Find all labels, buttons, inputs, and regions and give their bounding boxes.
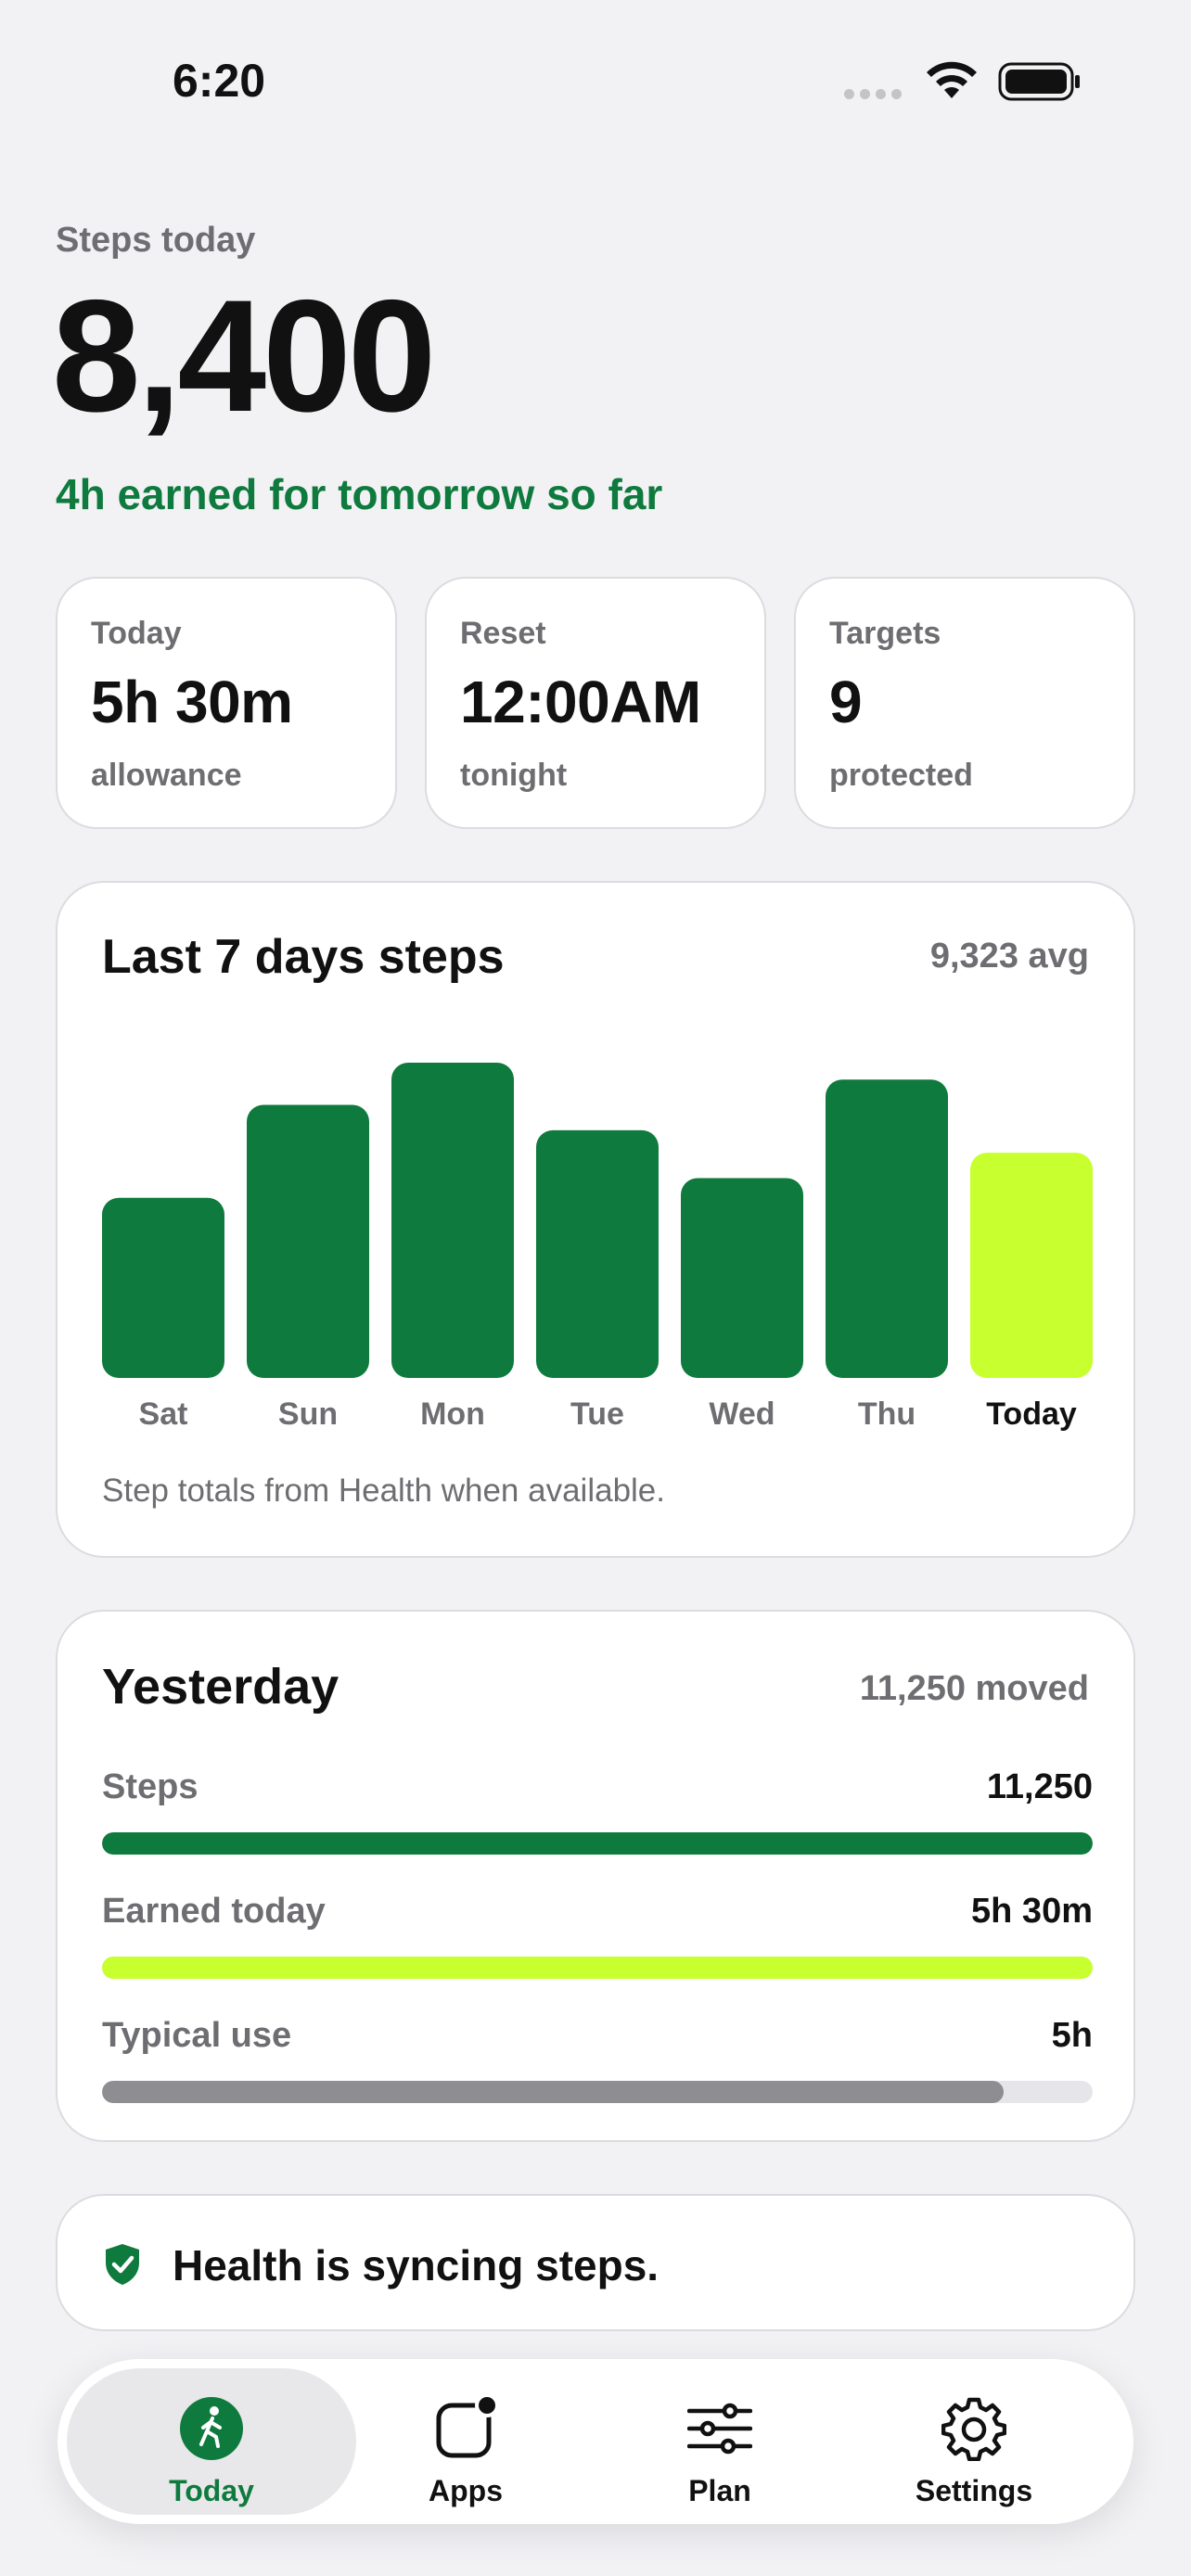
tab-label: Apps — [429, 2474, 503, 2507]
yesterday-title: Yesterday — [102, 1659, 339, 1715]
x-tick-label: Sun — [278, 1396, 338, 1432]
progress-fill — [102, 2081, 1004, 2103]
tab-label: Today — [169, 2474, 254, 2507]
tab-apps[interactable]: Apps — [321, 2368, 610, 2515]
bar-thu — [826, 1079, 948, 1378]
stat-label: Reset — [460, 616, 546, 651]
apps-square-icon — [436, 2396, 498, 2458]
x-tick-label: Sat — [139, 1396, 188, 1432]
protected-targets-card[interactable]: Targets 9 protected — [794, 577, 1135, 829]
stat-label: Today — [91, 616, 182, 651]
metric-label: Typical use — [102, 2016, 292, 2055]
stat-label: Targets — [829, 616, 941, 651]
steps-today-label: Steps today — [56, 221, 256, 260]
gear-icon — [941, 2397, 1006, 2461]
wifi-icon — [927, 61, 977, 98]
stat-value: 9 — [829, 669, 863, 735]
earned-status-text: 4h earned for tomorrow so far — [56, 470, 663, 518]
tab-plan[interactable]: Plan — [575, 2368, 864, 2515]
yesterday-summary: 11,250 moved — [859, 1669, 1089, 1708]
stat-value: 12:00AM — [460, 669, 701, 735]
x-tick-label: Tue — [570, 1396, 624, 1432]
tab-today[interactable]: Today — [67, 2368, 356, 2515]
stat-sub: protected — [829, 758, 973, 793]
bar-today — [970, 1153, 1093, 1378]
shield-check-icon — [106, 2244, 139, 2285]
walking-figure-icon — [180, 2397, 243, 2460]
stat-sub: allowance — [91, 758, 242, 793]
reset-time-card[interactable]: Reset 12:00AM tonight — [425, 577, 766, 829]
today-allowance-card[interactable]: Today 5h 30m allowance — [56, 577, 397, 829]
cellular-signal-icon — [844, 89, 902, 99]
yesterday-card: Yesterday 11,250 moved Steps 11,250 Earn… — [56, 1610, 1135, 2142]
progress-track — [102, 1957, 1093, 1979]
tab-bar: Today Apps Plan Settings — [58, 2359, 1133, 2524]
bar-tue — [536, 1129, 659, 1378]
progress-track — [102, 1832, 1093, 1855]
progress-fill — [102, 1832, 1093, 1855]
tab-settings[interactable]: Settings — [829, 2368, 1119, 2515]
chart-average: 9,323 avg — [929, 937, 1089, 976]
metric-value: 5h — [1051, 2016, 1093, 2055]
x-tick-label: Thu — [858, 1396, 916, 1432]
chart-note: Step totals from Health when available. — [102, 1473, 665, 1509]
tab-label: Plan — [688, 2474, 751, 2507]
status-bar: 6:20 — [0, 0, 1191, 162]
weekly-steps-card: Sat Sun Mon Tue Wed Thu Today Last 7 days step… — [56, 881, 1135, 1558]
sync-status-text: Health is syncing steps. — [173, 2241, 660, 2289]
metric-label: Steps — [102, 1767, 198, 1806]
x-tick-label: Today — [986, 1396, 1077, 1432]
progress-fill — [102, 1957, 1093, 1979]
x-tick-label: Wed — [709, 1396, 775, 1432]
steps-today-value: 8,400 — [52, 267, 436, 445]
bar-sat — [102, 1197, 224, 1378]
metric-value: 5h 30m — [971, 1892, 1093, 1931]
bar-wed — [681, 1178, 803, 1378]
progress-track — [102, 2081, 1093, 2103]
tab-label: Settings — [915, 2474, 1033, 2507]
health-sync-banner[interactable]: Health is syncing steps. — [56, 2194, 1135, 2331]
bar-mon — [391, 1063, 514, 1378]
chart-title: Last 7 days steps — [102, 930, 505, 984]
metric-value: 11,250 — [986, 1767, 1093, 1806]
bar-sun — [247, 1104, 369, 1378]
metric-label: Earned today — [102, 1892, 326, 1931]
status-time: 6:20 — [173, 55, 266, 107]
stat-sub: tonight — [460, 758, 568, 793]
sliders-icon — [687, 2403, 752, 2455]
stat-value: 5h 30m — [91, 669, 293, 735]
x-tick-label: Mon — [420, 1396, 485, 1432]
battery-icon — [998, 62, 1080, 101]
